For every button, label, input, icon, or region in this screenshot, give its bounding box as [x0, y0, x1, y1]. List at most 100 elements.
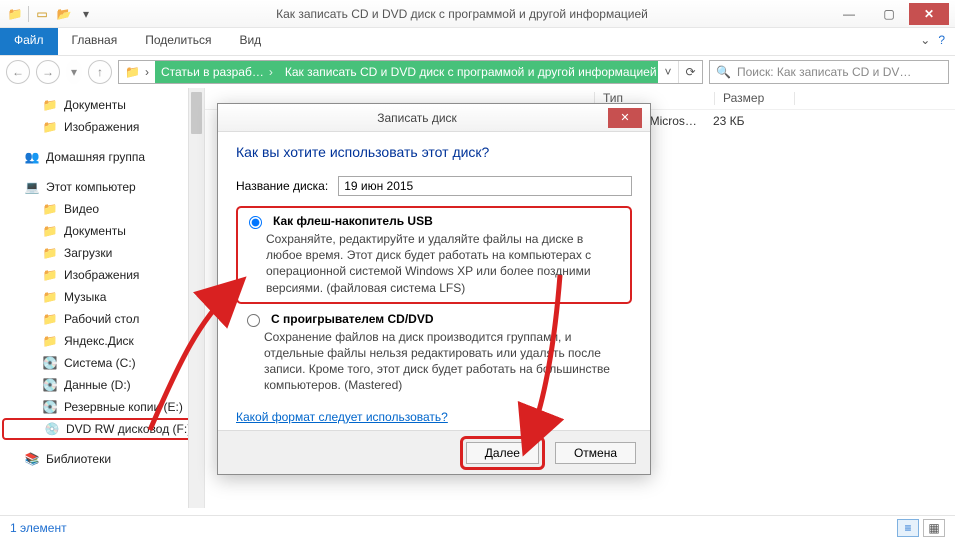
tree-item[interactable]: 📁Музыка — [2, 286, 202, 308]
dialog-title: Записать диск — [226, 111, 608, 125]
tab-home[interactable]: Главная — [58, 28, 132, 55]
scrollbar-thumb[interactable] — [191, 92, 202, 134]
option-cddvd-radio[interactable] — [247, 314, 260, 327]
tab-share[interactable]: Поделиться — [131, 28, 225, 55]
tree-libraries[interactable]: 📚Библиотеки — [2, 448, 202, 470]
drive-icon: 💽 — [42, 399, 58, 415]
drive-icon: 💽 — [42, 355, 58, 371]
tree-item[interactable]: 📁 Изображения — [2, 116, 202, 138]
folder-icon: 📁 — [6, 5, 24, 23]
tree-label: Рабочий стол — [64, 312, 139, 326]
breadcrumb-label: Как записать CD и DVD диск с программой … — [285, 65, 657, 79]
folder-icon: 📁 — [42, 119, 58, 135]
tree-scrollbar[interactable] — [188, 88, 204, 508]
tree-item[interactable]: 📁 Рабочий стол — [2, 308, 202, 330]
tree-label: Яндекс.Диск — [64, 334, 134, 348]
separator — [28, 6, 29, 22]
tree-label: Этот компьютер — [46, 180, 136, 194]
cancel-button[interactable]: Отмена — [555, 442, 636, 464]
breadcrumb-label: Статьи в разраб… — [161, 65, 264, 79]
option-cddvd-title: С проигрывателем CD/DVD — [271, 312, 434, 326]
disc-name-input[interactable] — [338, 176, 632, 196]
option-usb-title: Как флеш-накопитель USB — [273, 214, 433, 228]
navigation-bar: ← → ▾ ↑ 📁› Статьи в разраб…› Как записат… — [0, 56, 955, 88]
homegroup-icon: 👥 — [24, 149, 40, 165]
dialog-heading: Как вы хотите использовать этот диск? — [236, 144, 632, 160]
option-usb-radio[interactable] — [249, 216, 262, 229]
forward-button[interactable]: → — [36, 60, 60, 84]
status-bar: 1 элемент ≡ ▦ — [0, 515, 955, 539]
next-button-highlight: Далее — [460, 436, 545, 470]
breadcrumb-root-icon[interactable]: 📁› — [119, 61, 155, 83]
tab-view[interactable]: Вид — [225, 28, 275, 55]
folder-icon: 📁 — [42, 245, 58, 261]
nav-tree: 📁Документы 📁Изображения 👥Домашняя группа… — [0, 88, 205, 508]
breadcrumb-item[interactable]: Как записать CD и DVD диск с программой … — [279, 61, 658, 83]
tree-item[interactable]: 📁Документы — [2, 220, 202, 242]
folder-icon: 📁 — [42, 267, 58, 283]
folder-open-icon[interactable]: 📂 — [55, 5, 73, 23]
tree-homegroup[interactable]: 👥Домашняя группа — [2, 146, 202, 168]
tree-item[interactable]: 📁 Видео — [2, 198, 202, 220]
search-placeholder: Поиск: Как записать CD и DV… — [737, 65, 911, 79]
file-size: 23 КБ — [713, 114, 793, 128]
view-details-button[interactable]: ≡ — [897, 519, 919, 537]
tree-item[interactable]: 💿DVD RW дисковод (F:) — [2, 418, 202, 440]
up-button[interactable]: ↑ — [88, 60, 112, 84]
tree-item[interactable]: 💽 Резервные копии (E:) — [2, 396, 202, 418]
search-icon: 🔍 — [716, 65, 731, 79]
tree-item[interactable]: 💽 Система (C:) — [2, 352, 202, 374]
qat-dropdown-icon[interactable]: ▾ — [77, 5, 95, 23]
dialog-buttons: Далее Отмена — [218, 430, 650, 474]
folder-icon: 📁 — [42, 311, 58, 327]
tree-item[interactable]: 📁Загрузки — [2, 242, 202, 264]
tree-item[interactable]: 📁Изображения — [2, 264, 202, 286]
file-tab[interactable]: Файл — [0, 28, 58, 55]
history-dropdown[interactable]: ▾ — [66, 60, 82, 84]
tree-thispc[interactable]: 💻 Этот компьютер — [2, 176, 202, 198]
next-button[interactable]: Далее — [466, 442, 539, 464]
option-cddvd-desc: Сохранение файлов на диск производится г… — [264, 329, 624, 394]
status-text: 1 элемент — [10, 521, 67, 535]
help-icon[interactable]: ? — [938, 33, 945, 50]
disc-icon: 💿 — [44, 421, 60, 437]
folder-icon: 📁 — [42, 333, 58, 349]
close-button[interactable]: ✕ — [909, 3, 949, 25]
tree-label: Документы — [64, 98, 126, 112]
ribbon-expand-icon[interactable]: ⌄ — [920, 33, 930, 50]
address-bar[interactable]: 📁› Статьи в разраб…› Как записать CD и D… — [118, 60, 703, 84]
tree-label: Видео — [64, 202, 99, 216]
format-help-link[interactable]: Какой формат следует использовать? — [236, 410, 448, 424]
view-icons-button[interactable]: ▦ — [923, 519, 945, 537]
drive-icon: 💽 — [42, 377, 58, 393]
col-size[interactable]: Размер — [715, 88, 795, 109]
maximize-button[interactable]: ▢ — [869, 3, 909, 25]
ribbon-tabs: Файл Главная Поделиться Вид ⌄ ? — [0, 28, 955, 56]
option-cddvd[interactable]: С проигрывателем CD/DVD Сохранение файло… — [236, 306, 632, 400]
breadcrumb-item[interactable]: Статьи в разраб…› — [155, 61, 279, 83]
tree-label: Данные (D:) — [64, 378, 131, 392]
tree-item[interactable]: 💽 Данные (D:) — [2, 374, 202, 396]
dialog-titlebar[interactable]: Записать диск ✕ — [218, 104, 650, 132]
tree-label: Библиотеки — [46, 452, 111, 466]
tree-label: Резервные копии (E:) — [64, 400, 183, 414]
refresh-button[interactable]: ⟳ — [678, 61, 702, 83]
search-box[interactable]: 🔍 Поиск: Как записать CD и DV… — [709, 60, 949, 84]
tree-label: Система (C:) — [64, 356, 136, 370]
dialog-close-button[interactable]: ✕ — [608, 108, 642, 128]
window-titlebar: 📁 ▭ 📂 ▾ Как записать CD и DVD диск с про… — [0, 0, 955, 28]
quick-access-toolbar: 📁 ▭ 📂 ▾ — [6, 5, 95, 23]
minimize-button[interactable]: — — [829, 3, 869, 25]
tree-label: Изображения — [64, 120, 139, 134]
computer-icon: 💻 — [24, 179, 40, 195]
back-button[interactable]: ← — [6, 60, 30, 84]
burn-disc-dialog: Записать диск ✕ Как вы хотите использова… — [217, 103, 651, 475]
option-usb[interactable]: Как флеш-накопитель USB Сохраняйте, реда… — [236, 206, 632, 304]
tree-item[interactable]: 📁 Яндекс.Диск — [2, 330, 202, 352]
properties-icon[interactable]: ▭ — [33, 5, 51, 23]
tree-label: Документы — [64, 224, 126, 238]
address-dropdown[interactable]: ˅ — [658, 61, 678, 83]
disc-name-label: Название диска: — [236, 179, 328, 193]
folder-icon: 📁 — [42, 201, 58, 217]
tree-item[interactable]: 📁Документы — [2, 94, 202, 116]
